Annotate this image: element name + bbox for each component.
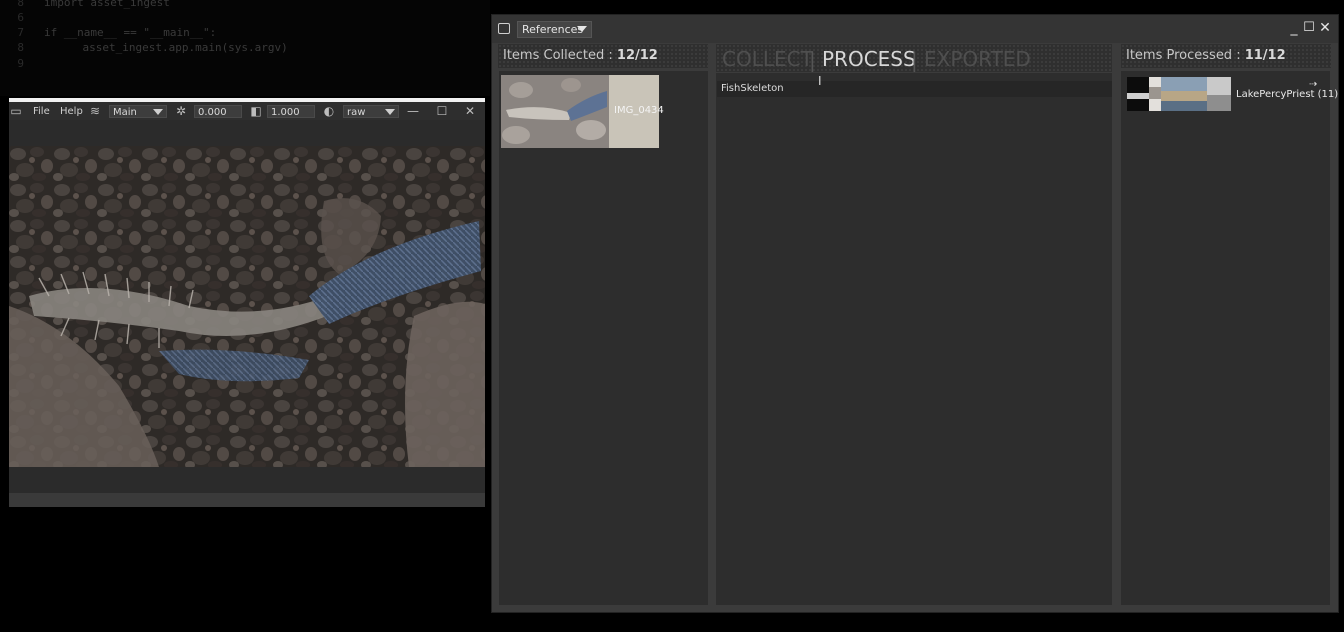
tab-process[interactable]: PROCESS (822, 47, 916, 71)
file-menu[interactable]: File (33, 102, 50, 120)
collected-panel (499, 71, 708, 605)
layer-select-value: Main (113, 107, 137, 118)
items-collected-label: Items Collected : (503, 48, 613, 63)
fish-skeleton-image (9, 146, 485, 467)
layer-select[interactable]: Main (109, 105, 167, 118)
maximize-icon[interactable]: ☐ (435, 104, 449, 118)
line-number: 6 (17, 11, 24, 24)
items-processed-header: Items Processed : 11/12 (1121, 44, 1331, 68)
link-icon[interactable]: ⇢ (1309, 79, 1317, 90)
processed-item-thumbnail (1127, 77, 1231, 111)
collected-item[interactable]: IMG_0434 (501, 75, 664, 148)
gamma-value: 1.000 (271, 107, 300, 118)
process-item-label: FishSkeleton (721, 83, 784, 94)
code-line: if __name__ == "__main__": (44, 26, 217, 39)
items-collected-count: 12/12 (616, 48, 658, 63)
fish-thumbnail (501, 75, 609, 148)
tab-separator: | (911, 48, 918, 72)
gamma-icon: ◧ (250, 104, 262, 118)
chevron-down-icon (385, 109, 395, 115)
colorwheel-icon: ◐ (323, 104, 335, 118)
viewer-toolbar: ▭ File Help ≋ Main ✲ 0.000 ◧ 1.000 ◐ raw… (9, 102, 485, 120)
image-viewer-window: ▭ File Help ≋ Main ✲ 0.000 ◧ 1.000 ◐ raw… (9, 98, 485, 507)
line-number: 8 (17, 41, 24, 54)
items-processed-count: 11/12 (1244, 48, 1286, 63)
stage-tabs: COLLECT | PROCESS | EXPORTED (716, 44, 1112, 72)
process-panel (716, 73, 1112, 605)
line-number: 7 (17, 26, 24, 39)
tab-separator: | (809, 48, 816, 72)
processed-panel (1121, 71, 1330, 605)
colorspace-value: raw (347, 107, 366, 118)
code-line: asset_ingest.app.main(sys.argv) (56, 41, 288, 54)
items-collected-header: Items Collected : 12/12 (498, 44, 708, 68)
aperture-icon: ✲ (175, 104, 187, 118)
references-dropdown[interactable]: References (517, 21, 592, 38)
collected-item-label: IMG_0434 (614, 105, 664, 116)
tab-collect[interactable]: COLLECT (722, 47, 813, 71)
app-icon (498, 23, 510, 34)
close-icon[interactable]: ✕ (463, 104, 477, 118)
references-dropdown-label: References (522, 23, 584, 36)
text-cursor-icon: I (818, 74, 822, 88)
exposure-field[interactable]: 0.000 (194, 105, 242, 118)
tab-exported[interactable]: EXPORTED (924, 47, 1031, 71)
horizontal-scrollbar[interactable] (9, 493, 485, 507)
references-window: References _ ☐ ✕ Items Collected : 12/12… (491, 14, 1339, 613)
references-titlebar: References _ ☐ ✕ (492, 15, 1338, 43)
layers-icon[interactable]: ≋ (88, 104, 102, 118)
collected-item-thumbnail (501, 75, 609, 148)
process-item[interactable]: FishSkeleton (717, 81, 1112, 97)
items-processed-label: Items Processed : (1126, 48, 1241, 63)
exposure-value: 0.000 (198, 107, 227, 118)
display-icon[interactable]: ▭ (9, 104, 23, 118)
colorspace-select[interactable]: raw (343, 105, 399, 118)
minimize-icon[interactable]: _ (1287, 20, 1301, 36)
minimize-icon[interactable]: — (406, 104, 420, 118)
processed-item[interactable]: LakePercyPriest (11) ⇢ (1127, 77, 1338, 111)
chevron-down-icon (577, 26, 587, 32)
line-number: 9 (17, 57, 24, 70)
chevron-down-icon (153, 109, 163, 115)
processed-item-label: LakePercyPriest (11) (1236, 89, 1339, 100)
close-icon[interactable]: ✕ (1318, 20, 1332, 36)
code-line: import asset_ingest (44, 0, 170, 9)
code-editor-background: 8 import asset_ingest 6 7 if __name__ ==… (0, 0, 490, 96)
gamma-field[interactable]: 1.000 (267, 105, 315, 118)
line-number: 8 (17, 0, 24, 9)
maximize-icon[interactable]: ☐ (1302, 20, 1316, 36)
fish-skeleton-photo (9, 146, 485, 467)
help-menu[interactable]: Help (60, 102, 83, 120)
lake-thumbnail-strip (1127, 77, 1231, 111)
